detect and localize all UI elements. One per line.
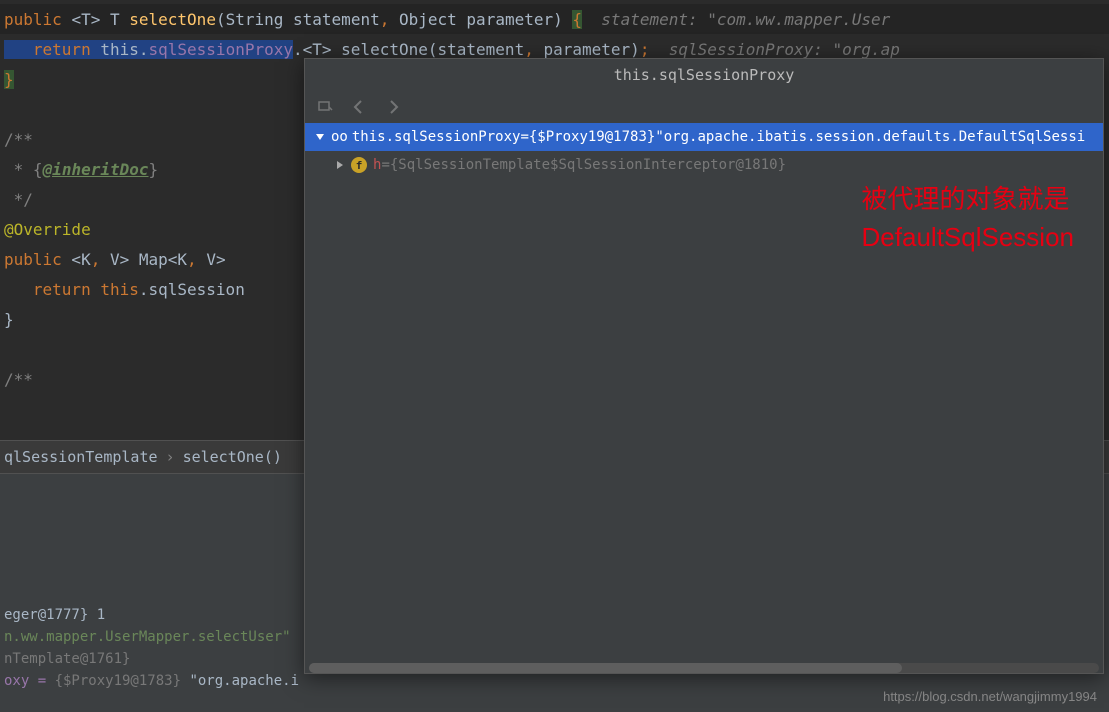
debug-var-3[interactable]: nTemplate@1761} xyxy=(0,648,300,670)
forward-icon[interactable] xyxy=(385,99,401,115)
field-icon: f xyxy=(351,157,367,173)
breadcrumb-separator: › xyxy=(166,448,175,466)
breadcrumb-part2[interactable]: selectOne() xyxy=(183,448,282,466)
new-watch-icon[interactable] xyxy=(317,99,333,115)
debugger-evaluate-popup: this.sqlSessionProxy oo this.sqlSessionP… xyxy=(304,58,1104,674)
tree-root-row[interactable]: oo this.sqlSessionProxy = {$Proxy19@1783… xyxy=(305,123,1103,151)
code-line-1[interactable]: public <T> T selectOne(String statement,… xyxy=(0,4,1109,34)
debug-var-2[interactable]: n.ww.mapper.UserMapper.selectUser" xyxy=(0,626,300,648)
popup-toolbar xyxy=(305,91,1103,123)
popup-scrollbar[interactable] xyxy=(309,663,1099,673)
debug-var-1[interactable]: eger@1777} 1 xyxy=(0,604,300,626)
breadcrumb-part1[interactable]: qlSessionTemplate xyxy=(4,448,158,466)
debug-var-4[interactable]: oxy = {$Proxy19@1783} "org.apache.ibat xyxy=(0,670,300,692)
collapse-arrow-icon[interactable] xyxy=(333,158,347,172)
back-icon[interactable] xyxy=(351,99,367,115)
annotation-text: 被代理的对象就是 DefaultSqlSession xyxy=(862,180,1074,256)
infinity-icon: oo xyxy=(331,129,348,145)
popup-title: this.sqlSessionProxy xyxy=(305,59,1103,91)
scrollbar-thumb[interactable] xyxy=(309,663,902,673)
expand-arrow-icon[interactable] xyxy=(313,130,327,144)
tree-child-row[interactable]: f h = {SqlSessionTemplate$SqlSessionInte… xyxy=(305,151,1103,179)
watermark: https://blog.csdn.net/wangjimmy1994 xyxy=(883,689,1097,704)
